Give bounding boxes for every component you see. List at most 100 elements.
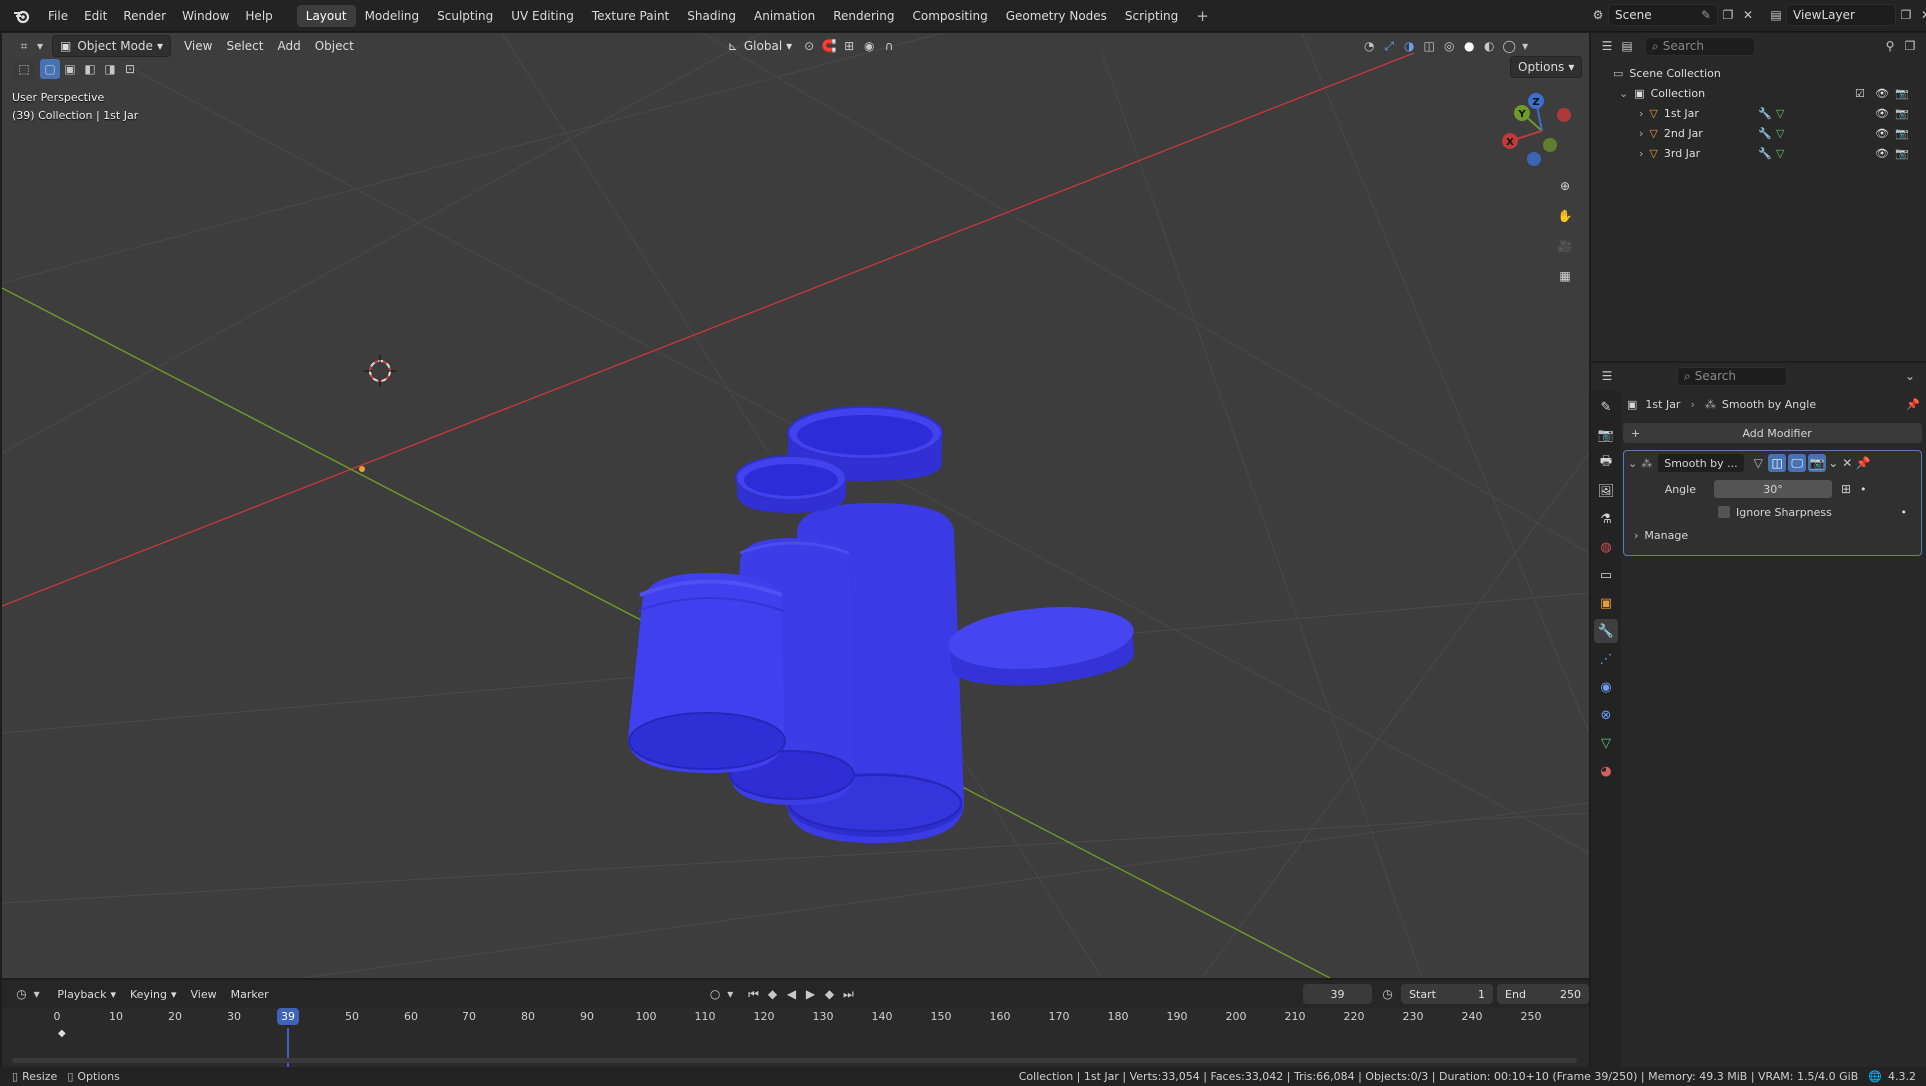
next-keyframe-icon[interactable]: ◆ (820, 984, 839, 1004)
scene-tab-icon[interactable]: ⚗ (1594, 507, 1618, 531)
jump-end-icon[interactable]: ⏭ (839, 984, 858, 1004)
jump-start-icon[interactable]: ⏮ (744, 984, 763, 1004)
select-mode-new-icon[interactable]: ▢ (40, 59, 60, 79)
render-tab-icon[interactable]: 📷 (1594, 423, 1618, 447)
particles-tab-icon[interactable]: ⋰ (1594, 647, 1618, 671)
camera-icon[interactable]: 📷 (1895, 127, 1909, 140)
menu-keying[interactable]: Keying ▾ (123, 983, 183, 1005)
tool-tab-icon[interactable]: ✎ (1594, 395, 1618, 419)
scene-name-field[interactable]: Scene ✎ (1608, 4, 1718, 26)
select-mode-extend-icon[interactable]: ▣ (60, 59, 80, 79)
exclude-checkbox[interactable]: ☑ (1855, 87, 1865, 100)
node-socket-icon[interactable]: ⊞ (1836, 479, 1856, 499)
keyframe-dot-icon[interactable]: • (1860, 483, 1867, 496)
chevron-down-icon[interactable]: ▾ (1519, 36, 1531, 56)
shading-solid-icon[interactable]: ● (1459, 36, 1479, 56)
modifier-wrench-icon[interactable]: 🔧 (1758, 107, 1772, 120)
display-mode-icon[interactable]: ▤ (1617, 36, 1637, 56)
chevron-right-icon[interactable]: › (1639, 107, 1643, 120)
close-icon[interactable]: ✕ (1840, 453, 1854, 473)
keyframe-diamond-icon[interactable]: ◆ (58, 1028, 66, 1039)
editor-type-icon[interactable]: ⌗ (14, 36, 34, 56)
snap-icon[interactable]: 🧲 (819, 36, 839, 56)
scene-icon[interactable]: ⚙ (1588, 5, 1608, 25)
menu-help[interactable]: Help (237, 9, 280, 23)
shading-wireframe-icon[interactable]: ◎ (1439, 36, 1459, 56)
tab-animation[interactable]: Animation (745, 5, 824, 27)
properties-search-field[interactable]: ⌕ Search (1677, 366, 1787, 386)
menu-select[interactable]: Select (219, 35, 270, 57)
network-globe-icon[interactable]: 🌐 (1868, 1070, 1882, 1083)
keyframe-dot-icon[interactable]: • (1901, 506, 1908, 519)
object-tab-icon[interactable]: ▣ (1594, 591, 1618, 615)
menu-object[interactable]: Object (308, 35, 361, 57)
playhead[interactable]: 39 (277, 1008, 299, 1025)
camera-icon[interactable]: 📷 (1895, 107, 1909, 120)
shading-rendered-icon[interactable]: ◯ (1499, 36, 1519, 56)
chevron-down-icon[interactable]: ⌄ (1619, 87, 1628, 100)
new-view-layer-icon[interactable]: ❐ (1896, 5, 1916, 25)
delete-scene-icon[interactable]: ✕ (1738, 5, 1758, 25)
chevron-down-icon[interactable]: ▾ (31, 984, 42, 1004)
gizmo-neg-y[interactable] (1543, 138, 1557, 152)
outliner-editor-icon[interactable]: ☰ (1597, 36, 1617, 56)
snap-target-icon[interactable]: ⊞ (839, 36, 859, 56)
timeline-track[interactable]: 0 10 20 30 50 60 70 80 90 100 110 120 13… (2, 1008, 1589, 1067)
gizmo-neg-x[interactable] (1557, 108, 1571, 122)
pin-icon[interactable]: 📌 (1906, 398, 1920, 411)
object-row-1st-jar[interactable]: › ▽ 1st Jar 🔧 ▽ 👁 📷 (1613, 103, 1926, 123)
timeline-editor-icon[interactable]: ◷ (12, 984, 31, 1004)
menu-view[interactable]: View (177, 35, 219, 57)
add-modifier-button[interactable]: + Add Modifier (1623, 423, 1922, 443)
lid-small[interactable] (735, 455, 847, 513)
world-tab-icon[interactable]: ◍ (1594, 535, 1618, 559)
cage-toggle-icon[interactable]: ◫ (1768, 454, 1787, 472)
select-mode-invert-icon[interactable]: ◨ (100, 59, 120, 79)
tab-rendering[interactable]: Rendering (824, 5, 903, 27)
eye-icon[interactable]: 👁 (1875, 127, 1889, 140)
view-layer-icon[interactable]: ▤ (1766, 5, 1786, 25)
tab-uv-editing[interactable]: UV Editing (502, 5, 583, 27)
prev-keyframe-icon[interactable]: ◆ (763, 984, 782, 1004)
tab-scripting[interactable]: Scripting (1116, 5, 1187, 27)
eye-icon[interactable]: 👁 (1875, 87, 1889, 100)
timeline-scrollbar[interactable] (12, 1058, 1577, 1063)
object-row-2nd-jar[interactable]: › ▽ 2nd Jar 🔧 ▽ 👁 📷 (1613, 123, 1926, 143)
tab-compositing[interactable]: Compositing (903, 5, 996, 27)
mesh-data-icon[interactable]: ▽ (1776, 147, 1784, 160)
auto-keying-icon[interactable]: ○ (706, 984, 725, 1004)
filter-icon[interactable]: ⚲ (1880, 36, 1900, 56)
menu-render[interactable]: Render (115, 9, 174, 23)
menu-add[interactable]: Add (270, 35, 307, 57)
material-tab-icon[interactable]: ◕ (1594, 759, 1618, 783)
physics-tab-icon[interactable]: ◉ (1594, 675, 1618, 699)
manage-row[interactable]: › Manage (1624, 523, 1921, 547)
end-frame-field[interactable]: End 250 (1497, 984, 1589, 1004)
transform-orientation-dropdown[interactable]: ⊾ Global ▾ (721, 35, 799, 57)
tab-sculpting[interactable]: Sculpting (428, 5, 502, 27)
chevron-down-icon[interactable]: ▾ (34, 36, 46, 56)
viewport-toggle-icon[interactable]: 🖵 (1788, 454, 1807, 472)
collection-tab-icon[interactable]: ▭ (1594, 563, 1618, 587)
data-tab-icon[interactable]: ▽ (1594, 731, 1618, 755)
gizmo-icon[interactable]: ⤢ (1379, 36, 1399, 56)
pivot-point-icon[interactable]: ⊙ (799, 36, 819, 56)
chevron-down-icon[interactable]: ⌄ (1826, 453, 1840, 473)
menu-edit[interactable]: Edit (76, 9, 115, 23)
blender-logo-icon[interactable] (8, 3, 34, 29)
play-reverse-icon[interactable]: ◀ (782, 984, 801, 1004)
output-tab-icon[interactable]: 🖶 (1594, 451, 1618, 475)
perspective-toggle-icon[interactable]: ▦ (1552, 263, 1578, 289)
lid-side[interactable] (946, 600, 1137, 686)
pin-icon[interactable]: 📌 (1856, 453, 1871, 473)
modifier-wrench-icon[interactable]: 🔧 (1758, 127, 1772, 140)
camera-view-icon[interactable]: 🎥 (1552, 233, 1578, 259)
tab-texture-paint[interactable]: Texture Paint (583, 5, 678, 27)
new-collection-icon[interactable]: ❐ (1900, 36, 1920, 56)
modifier-tab-icon[interactable]: 🔧 (1594, 619, 1618, 643)
xray-icon[interactable]: ◫ (1419, 36, 1439, 56)
ignore-sharpness-checkbox[interactable] (1718, 506, 1730, 518)
3d-viewport[interactable]: ⌗ ▾ ▣ Object Mode ▾ View Select Add Obje… (2, 33, 1589, 978)
scene-collection-row[interactable]: ▭ Scene Collection (1613, 63, 1926, 83)
current-frame-field[interactable]: 39 (1302, 984, 1373, 1004)
